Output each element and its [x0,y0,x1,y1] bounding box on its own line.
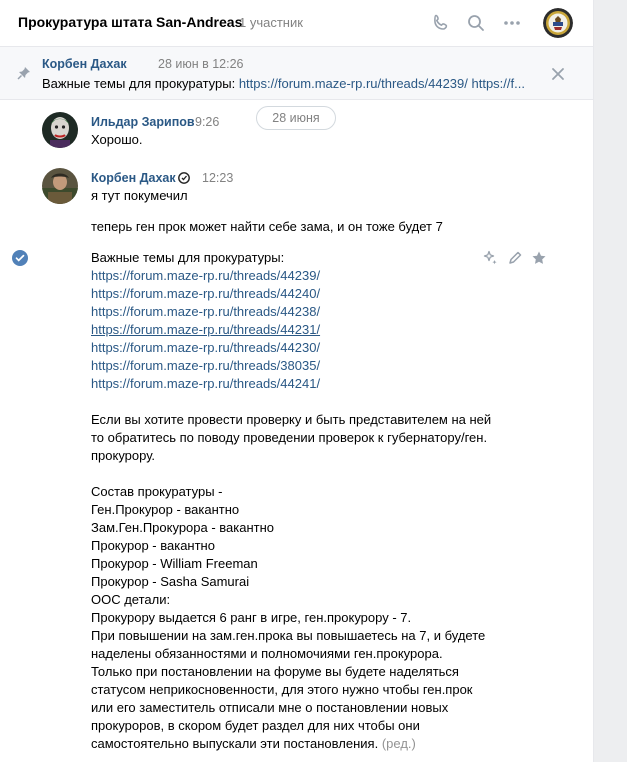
favorite-star-icon[interactable] [531,250,547,266]
paragraph-line: Если вы хотите провести проверку и быть … [91,412,492,427]
paragraph-line: Зам.Ген.Прокурора - вакантно [91,520,275,535]
avatar[interactable] [42,112,78,148]
pin-icon [17,67,30,80]
message-author[interactable]: Ильдар Зарипов [91,115,195,129]
forum-link[interactable]: https://forum.maze-rp.ru/threads/44230/ [91,339,491,357]
message-body: Важные темы для прокуратуры: https://for… [91,249,491,753]
forum-link[interactable]: https://forum.maze-rp.ru/threads/44241/ [91,375,491,393]
pinned-message[interactable]: Корбен Дахак 28 июн в 12:26 Важные темы … [0,47,593,100]
selected-check-icon[interactable] [12,250,28,266]
paragraph-line: Прокурор - вакантно [91,538,215,553]
paragraph-line: наделены обязанностями и полномочиями ге… [91,646,443,661]
paragraph-line: то обратитесь по поводу проведении прове… [91,430,488,445]
paragraph-line: Состав прокуратуры - [91,484,223,499]
pinned-date: 28 июн в 12:26 [158,57,244,71]
message-author[interactable]: Корбен Дахак [91,171,176,185]
pinned-text[interactable]: Важные темы для прокуратуры: https://for… [42,76,540,91]
edit-icon[interactable] [507,250,523,266]
topics-title: Важные темы для прокуратуры: [91,250,285,265]
chat-header: Прокуратура штата San-Andreas 1 участник [0,0,593,47]
paragraph-line: или его заместитель отписали мне о поста… [91,700,449,715]
more-icon[interactable] [502,13,522,33]
paragraph-line: прокурору. [91,448,156,463]
verified-icon [178,172,190,184]
search-icon[interactable] [466,13,486,33]
message-text: Хорошо. [91,132,143,147]
phone-icon[interactable] [431,13,451,33]
forum-link[interactable]: https://forum.maze-rp.ru/threads/44238/ [91,303,491,321]
right-background [594,0,627,762]
message-time[interactable]: 9:26 [195,115,219,129]
message-text: я тут покумечил [91,188,188,203]
pinned-links[interactable]: https://forum.maze-rp.ru/threads/44239/ … [239,76,525,91]
paragraph-line: Прокурор - William Freeman [91,556,258,571]
paragraph-line: Прокурор - Sasha Samurai [91,574,250,589]
paragraph-line: ООС детали: [91,592,171,607]
paragraph-line: самостоятельно выпускали эти постановлен… [91,735,491,753]
forum-link[interactable]: https://forum.maze-rp.ru/threads/44239/ [91,267,491,285]
paragraph-line: статусом неприкосновенности, для этого н… [91,682,473,697]
last-line-text: самостоятельно выпускали эти постановлен… [91,736,379,751]
close-icon[interactable] [551,67,565,81]
forum-link[interactable]: https://forum.maze-rp.ru/threads/44231/ [91,321,491,339]
avatar[interactable] [42,168,78,204]
message-text: теперь ген прок может найти себе зама, и… [91,219,443,234]
chat-panel: Прокуратура штата San-Andreas 1 участник… [0,0,594,762]
paragraph-line: Ген.Прокурор - вакантно [91,502,240,517]
pinned-author[interactable]: Корбен Дахак [42,57,127,71]
paragraph-line: Прокурору выдается 6 ранг в игре, ген.пр… [91,610,412,625]
chat-avatar[interactable] [543,8,573,38]
date-divider: 28 июня [256,106,336,130]
members-count[interactable]: 1 участник [239,15,303,30]
paragraph-line: Только при постановлении на форуме вы бу… [91,664,459,679]
chat-title[interactable]: Прокуратура штата San-Andreas [18,14,242,30]
pinned-text-prefix: Важные темы для прокуратуры: [42,76,239,91]
paragraph-line: При повышении на зам.ген.прока вы повыша… [91,628,486,643]
paragraph-line: прокуроров, в скором будет раздел для ни… [91,718,420,733]
message-time[interactable]: 12:23 [202,171,233,185]
edited-label[interactable]: (ред.) [382,736,416,751]
forum-link[interactable]: https://forum.maze-rp.ru/threads/44240/ [91,285,491,303]
forum-link[interactable]: https://forum.maze-rp.ru/threads/38035/ [91,357,491,375]
